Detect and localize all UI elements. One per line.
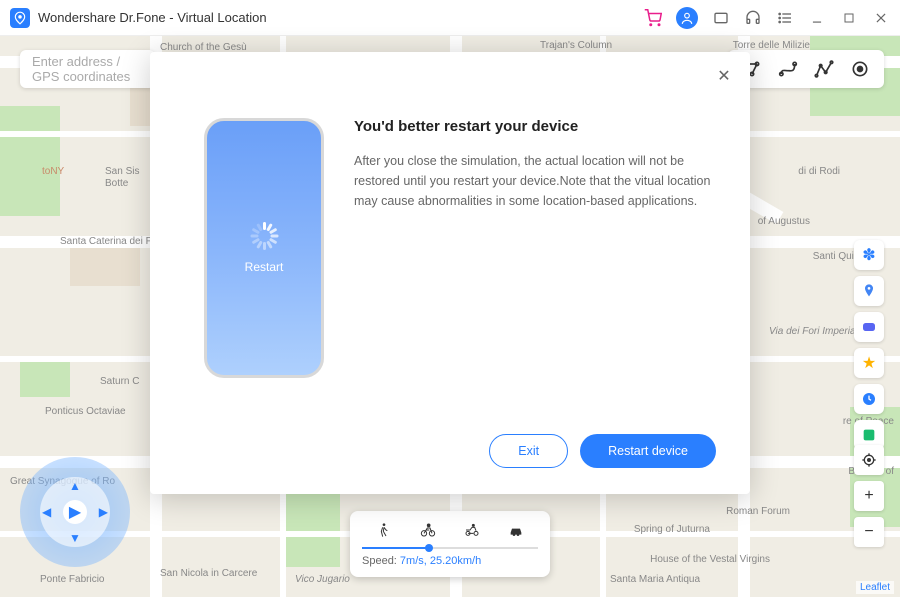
close-icon[interactable] <box>872 9 890 27</box>
joystick[interactable]: ▶ ▲ ▼ ◀ ▶ <box>20 457 130 567</box>
joystick-right-icon[interactable]: ▶ <box>99 505 108 519</box>
app-logo <box>10 8 30 28</box>
map-label: di di Rodi <box>798 166 840 177</box>
locate-icon[interactable] <box>854 445 884 475</box>
joystick-down-icon[interactable]: ▼ <box>69 531 81 545</box>
walk-icon[interactable] <box>373 519 395 541</box>
titlebar-actions <box>644 7 890 29</box>
route-icon[interactable] <box>778 59 798 79</box>
zoom-out-icon[interactable]: − <box>854 517 884 547</box>
speed-bar: Speed: 7m/s, 25.20km/h <box>350 511 550 577</box>
slider-fill <box>362 547 429 549</box>
clock-icon[interactable] <box>854 384 884 414</box>
teleport-icon[interactable] <box>850 59 870 79</box>
search-placeholder: Enter address / GPS coordinates <box>32 54 143 84</box>
zoom-controls: + − <box>854 445 884 547</box>
spinner-icon <box>250 222 278 250</box>
joystick-left-icon[interactable]: ◀ <box>42 505 51 519</box>
title-bar: Wondershare Dr.Fone - Virtual Location <box>0 0 900 36</box>
map-label: Vico Jugario <box>295 574 350 585</box>
map-label: of Augustus <box>758 216 810 227</box>
modal-heading: You'd better restart your device <box>354 118 716 135</box>
zoom-in-icon[interactable]: + <box>854 481 884 511</box>
map-label: Saturn C <box>100 376 139 387</box>
car-icon[interactable] <box>505 519 527 541</box>
bike-icon[interactable] <box>417 519 439 541</box>
slider-thumb[interactable] <box>425 544 433 552</box>
map-label: House of the Vestal Virgins <box>650 554 770 565</box>
search-input[interactable]: Enter address / GPS coordinates <box>20 50 155 88</box>
map-park <box>0 106 60 216</box>
map-label: Via dei Fori Imperiali <box>769 326 860 337</box>
map-label: Santa Maria Antiqua <box>610 574 700 585</box>
phone-label: Restart <box>245 260 284 274</box>
leaflet-attribution[interactable]: Leaflet <box>856 581 894 594</box>
exit-button[interactable]: Exit <box>489 434 568 468</box>
restart-device-button[interactable]: Restart device <box>580 434 716 468</box>
star-icon[interactable]: ★ <box>854 348 884 378</box>
phone-illustration: Restart <box>204 118 324 378</box>
minimize-icon[interactable] <box>808 9 826 27</box>
restart-modal: ✕ Restart <box>150 52 750 494</box>
maximize-icon[interactable] <box>840 9 858 27</box>
side-panel: ✽ ★ <box>854 240 884 450</box>
discord-icon[interactable] <box>854 312 884 342</box>
speed-label: Speed: 7m/s, 25.20km/h <box>362 555 538 567</box>
map-label: Spring of Juturna <box>634 524 710 535</box>
map-label: San Sis <box>105 166 139 177</box>
modal-body: After you close the simulation, the actu… <box>354 151 716 211</box>
user-icon[interactable] <box>676 7 698 29</box>
map-label: Botte <box>105 178 128 189</box>
modal-close-icon[interactable]: ✕ <box>714 66 734 86</box>
map-label: San Nicola in Carcere <box>160 568 257 579</box>
map-park <box>280 487 340 567</box>
speed-modes <box>362 519 538 541</box>
map-label: Ponticus Octaviae <box>45 406 126 417</box>
google-maps-icon[interactable] <box>854 276 884 306</box>
menu-icon[interactable] <box>776 9 794 27</box>
snowflake-icon[interactable]: ✽ <box>854 240 884 270</box>
map-label: Ponte Fabricio <box>40 574 104 585</box>
cart-icon[interactable] <box>644 9 662 27</box>
motorbike-icon[interactable] <box>461 519 483 541</box>
map-park <box>20 357 70 397</box>
speed-slider[interactable] <box>362 547 538 549</box>
map-label: Roman Forum <box>726 506 790 517</box>
map-label: Trajan's Column <box>540 40 612 51</box>
joystick-up-icon[interactable]: ▲ <box>69 479 81 493</box>
path-icon[interactable] <box>814 59 834 79</box>
map-label: toNY <box>42 166 64 177</box>
joystick-play-icon[interactable]: ▶ <box>63 500 87 524</box>
headset-icon[interactable] <box>744 9 762 27</box>
screen-icon[interactable] <box>712 9 730 27</box>
app-title: Wondershare Dr.Fone - Virtual Location <box>38 10 644 25</box>
mode-toolbar <box>728 50 884 88</box>
